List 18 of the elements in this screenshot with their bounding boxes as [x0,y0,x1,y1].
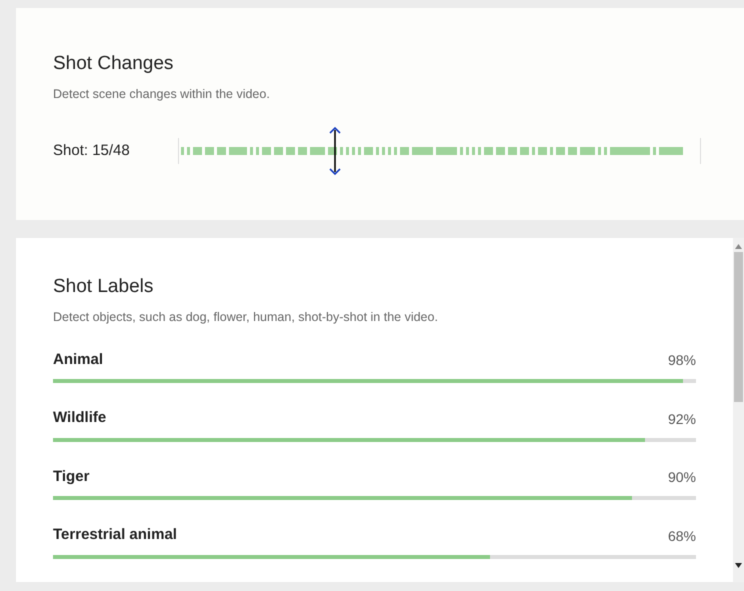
confidence-value: 92% [668,410,696,429]
section-description: Detect scene changes within the video. [53,86,271,103]
confidence-value: 90% [668,468,696,488]
label-name: Wildlife [53,408,106,428]
confidence-value: 68% [668,526,696,546]
label-name: Terrestrial animal [53,525,177,546]
scrollbar-thumb[interactable] [734,252,743,402]
section-title: Shot Changes [53,52,174,76]
section-title: Shot Labels [53,275,154,299]
playhead-marker[interactable] [328,126,342,176]
section-description: Detect objects, such as dog, flower, human, shot-by-shot in the video. [53,309,439,326]
confidence-value: 98% [668,351,696,370]
label-name: Tiger [53,466,90,487]
label-name: Animal [53,350,104,370]
shot-counter: Shot: 15/48 [53,140,131,160]
scroll-up-icon[interactable] [735,244,742,249]
scroll-down-icon[interactable] [735,563,742,568]
scrollbar[interactable] [733,238,744,582]
